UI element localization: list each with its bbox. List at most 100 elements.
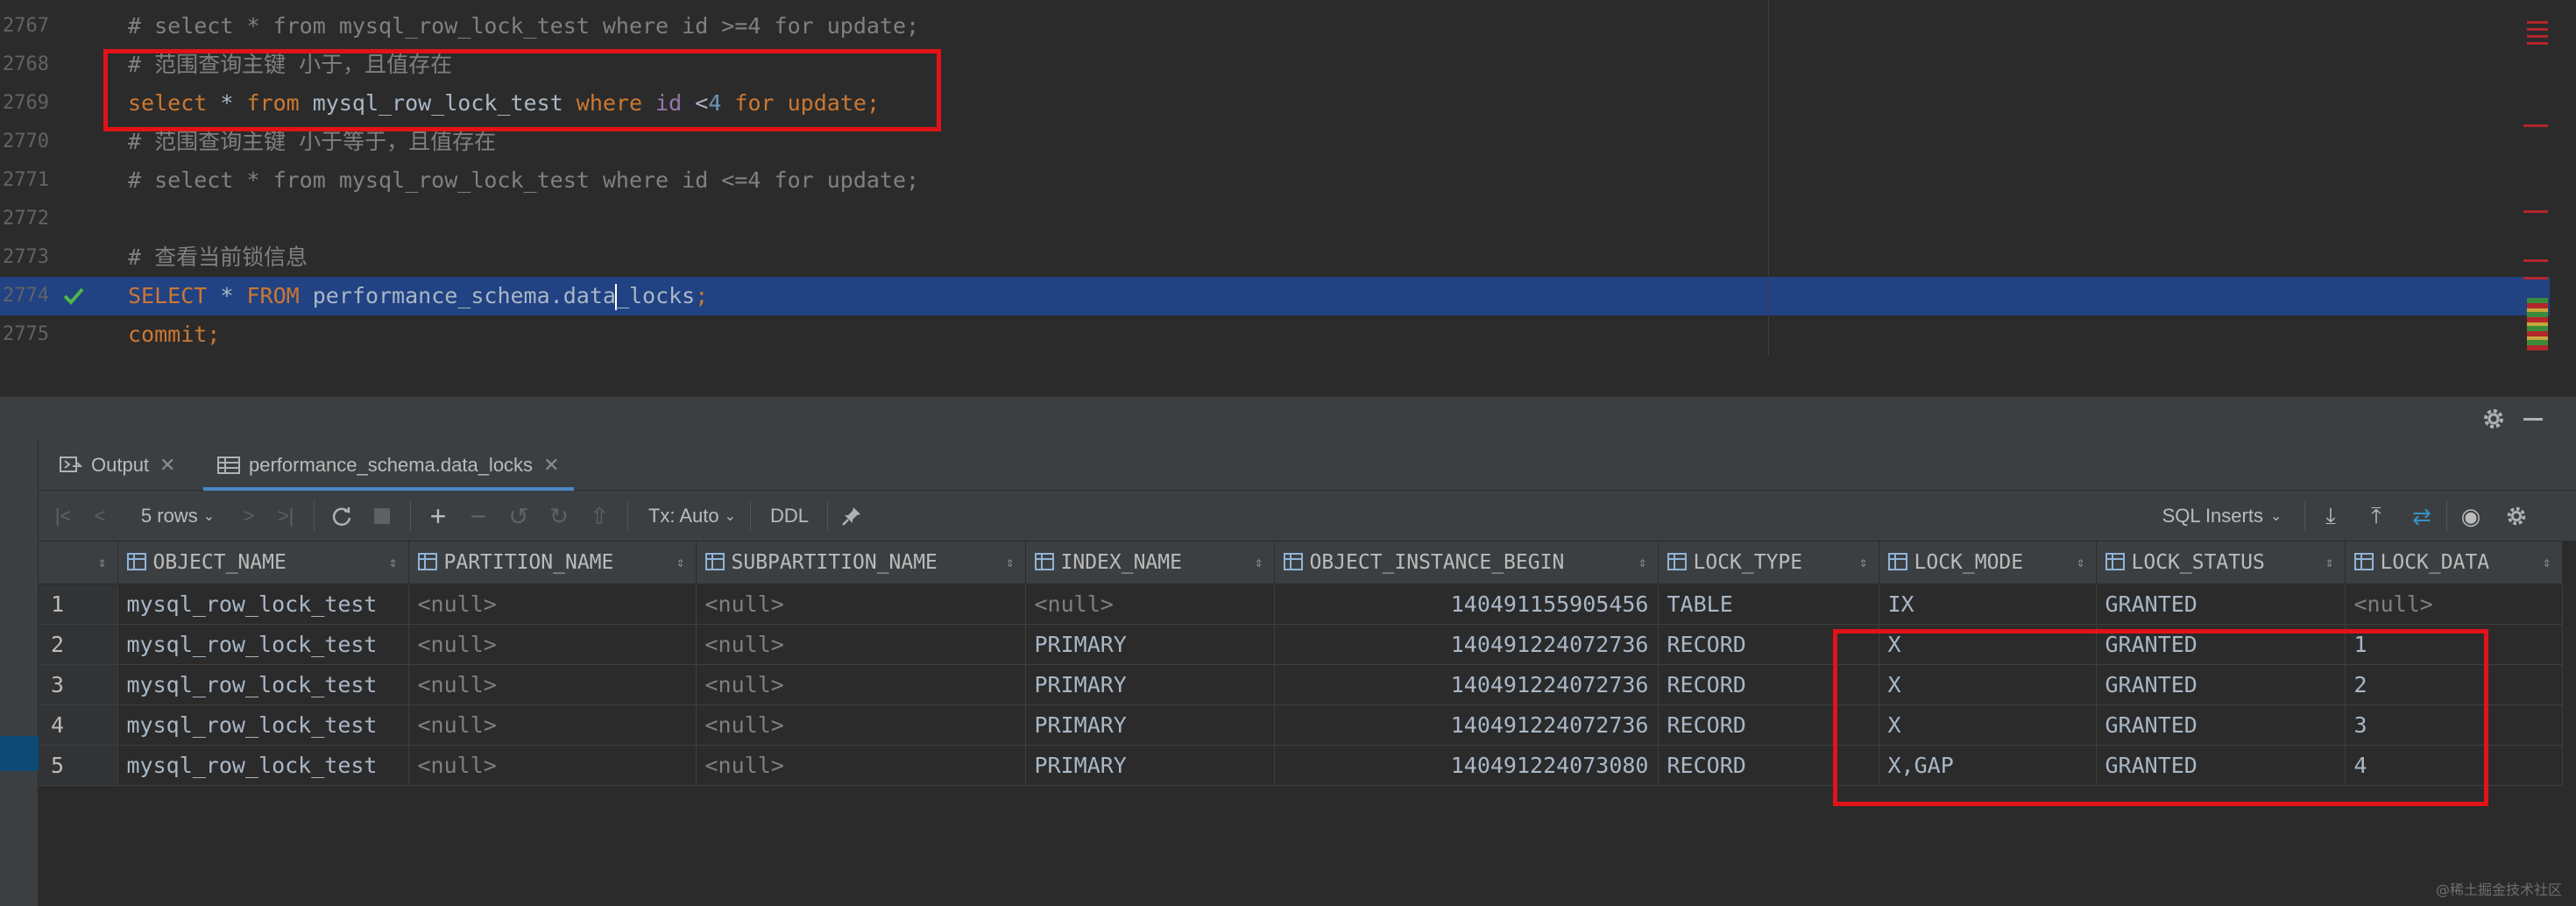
line-number: 2770 (3, 131, 49, 152)
table-cell[interactable]: IX (1879, 584, 2097, 625)
column-header[interactable]: LOCK_DATA ⇕ (2345, 541, 2563, 584)
ddl-button[interactable]: DDL (759, 491, 820, 541)
code-text: commit; (128, 315, 220, 354)
settings-gear-icon[interactable] (2481, 407, 2506, 431)
tab-data-locks[interactable]: performance_schema.data_locks ✕ (203, 440, 574, 491)
table-cell[interactable]: <null> (408, 584, 697, 625)
first-page-icon[interactable]: |< (46, 491, 81, 541)
table-cell[interactable]: PRIMARY (1025, 745, 1275, 786)
sort-icon[interactable]: ⇕ (1006, 541, 1015, 583)
column-header[interactable]: PARTITION_NAME ⇕ (408, 541, 697, 584)
code-editor[interactable]: 2767 # select * from mysql_row_lock_test … (0, 0, 2576, 356)
table-cell[interactable]: <null> (696, 624, 1026, 665)
sort-icon[interactable]: ⇕ (2077, 541, 2085, 583)
table-cell[interactable]: mysql_row_lock_test (117, 624, 409, 665)
row-number[interactable]: 2 (39, 624, 118, 665)
table-cell[interactable]: <null> (408, 624, 697, 665)
code-text: # select * from mysql_row_lock_test wher… (128, 161, 919, 200)
revert-icon[interactable]: ↺ (501, 491, 536, 541)
code-token: FROM (246, 283, 300, 308)
row-number[interactable]: 4 (39, 704, 118, 746)
column-header[interactable]: SUBPARTITION_NAME ⇕ (696, 541, 1026, 584)
refresh-icon[interactable] (324, 491, 359, 541)
table-cell[interactable]: GRANTED (2096, 584, 2346, 625)
table-cell[interactable]: 140491155905456 (1274, 584, 1659, 625)
row-number[interactable]: 5 (39, 745, 118, 786)
table-cell[interactable]: <null> (696, 584, 1026, 625)
table-cell[interactable]: 140491224073080 (1274, 745, 1659, 786)
table-cell[interactable]: PRIMARY (1025, 704, 1275, 746)
table-cell[interactable]: <null> (696, 704, 1026, 746)
column-header[interactable]: INDEX_NAME ⇕ (1025, 541, 1275, 584)
column-header[interactable]: OBJECT_INSTANCE_BEGIN ⇕ (1274, 541, 1659, 584)
code-token: performance_schema.data (299, 283, 616, 308)
table-cell[interactable]: 140491224072736 (1274, 664, 1659, 705)
view-icon[interactable]: ◉ (2453, 491, 2488, 541)
row-number-header[interactable]: ⇕ (39, 541, 118, 584)
sort-icon[interactable]: ⇕ (2543, 541, 2551, 583)
close-icon[interactable]: ✕ (543, 454, 559, 477)
table-cell[interactable]: mysql_row_lock_test (117, 664, 409, 705)
column-header[interactable]: OBJECT_NAME ⇕ (117, 541, 409, 584)
settings-gear-icon[interactable] (2499, 491, 2534, 541)
table-cell[interactable]: <null> (408, 704, 697, 746)
table-cell[interactable]: <null> (2345, 584, 2563, 625)
sort-icon[interactable]: ⇕ (1638, 541, 1647, 583)
sort-icon[interactable]: ⇕ (676, 541, 685, 583)
table-cell[interactable]: TABLE (1658, 584, 1879, 625)
delete-row-icon[interactable]: − (461, 491, 496, 541)
table-cell[interactable]: <null> (1025, 584, 1275, 625)
code-line[interactable]: 2772 (0, 200, 2550, 238)
code-line[interactable]: 2771 # select * from mysql_row_lock_test … (0, 161, 2550, 200)
close-icon[interactable]: ✕ (159, 454, 175, 477)
table-cell[interactable]: <null> (408, 664, 697, 705)
line-number: 2773 (3, 246, 49, 268)
table-cell[interactable]: PRIMARY (1025, 664, 1275, 705)
table-row[interactable]: 1 mysql_row_lock_test <null> <null> <null> 14… (39, 584, 2563, 625)
table-cell[interactable]: <null> (408, 745, 697, 786)
previous-page-icon[interactable]: < (84, 491, 116, 541)
last-page-icon[interactable]: >| (268, 491, 303, 541)
side-selected-item[interactable] (0, 736, 39, 771)
stop-icon[interactable] (364, 491, 400, 541)
editor-scrollbar[interactable] (2550, 0, 2576, 356)
line-number: 2767 (3, 15, 49, 37)
row-count-dropdown[interactable]: 5 rows ⌄ (130, 491, 226, 541)
sort-icon[interactable]: ⇕ (1859, 541, 1868, 583)
code-line[interactable]: 2775 commit; (0, 315, 2550, 354)
column-header-label: INDEX_NAME (1060, 550, 1182, 574)
code-line[interactable]: 2773 # 查看当前锁信息 (0, 238, 2550, 277)
minimize-icon[interactable] (2523, 418, 2543, 421)
table-cell[interactable]: mysql_row_lock_test (117, 745, 409, 786)
sort-icon[interactable]: ⇕ (389, 541, 398, 583)
sort-icon[interactable]: ⇕ (1255, 541, 1263, 583)
row-number[interactable]: 3 (39, 664, 118, 705)
pin-icon[interactable] (834, 491, 869, 541)
export-icon[interactable]: ⤓ (2313, 491, 2348, 541)
column-icon (417, 552, 437, 570)
column-header[interactable]: LOCK_MODE ⇕ (1879, 541, 2097, 584)
compare-icon[interactable]: ⇄ (2404, 491, 2439, 541)
column-header[interactable]: LOCK_TYPE ⇕ (1658, 541, 1879, 584)
table-cell[interactable]: <null> (696, 664, 1026, 705)
table-cell[interactable]: <null> (696, 745, 1026, 786)
submit-icon[interactable]: ⇧ (582, 491, 617, 541)
table-cell[interactable]: 140491224072736 (1274, 624, 1659, 665)
column-icon (1667, 552, 1687, 570)
add-row-icon[interactable]: + (421, 491, 456, 541)
code-line[interactable]: 2767 # select * from mysql_row_lock_test … (0, 7, 2550, 46)
table-cell[interactable]: 140491224072736 (1274, 704, 1659, 746)
export-format-dropdown[interactable]: SQL Inserts ⌄ (2152, 491, 2292, 541)
next-page-icon[interactable]: > (233, 491, 265, 541)
tab-output[interactable]: Output ✕ (60, 440, 175, 491)
sort-icon[interactable]: ⇕ (2325, 541, 2334, 583)
row-number[interactable]: 1 (39, 584, 118, 625)
import-icon[interactable]: ⤒ (2359, 491, 2394, 541)
table-cell[interactable]: mysql_row_lock_test (117, 704, 409, 746)
table-cell[interactable]: mysql_row_lock_test (117, 584, 409, 625)
column-header[interactable]: LOCK_STATUS ⇕ (2096, 541, 2346, 584)
table-cell[interactable]: PRIMARY (1025, 624, 1275, 665)
transaction-mode-dropdown[interactable]: Tx: Auto ⌄ (640, 491, 745, 541)
code-line[interactable]: 2774 SELECT * FROM performance_schema.dat… (0, 277, 2550, 315)
revert-selected-icon[interactable]: ↻ (541, 491, 577, 541)
